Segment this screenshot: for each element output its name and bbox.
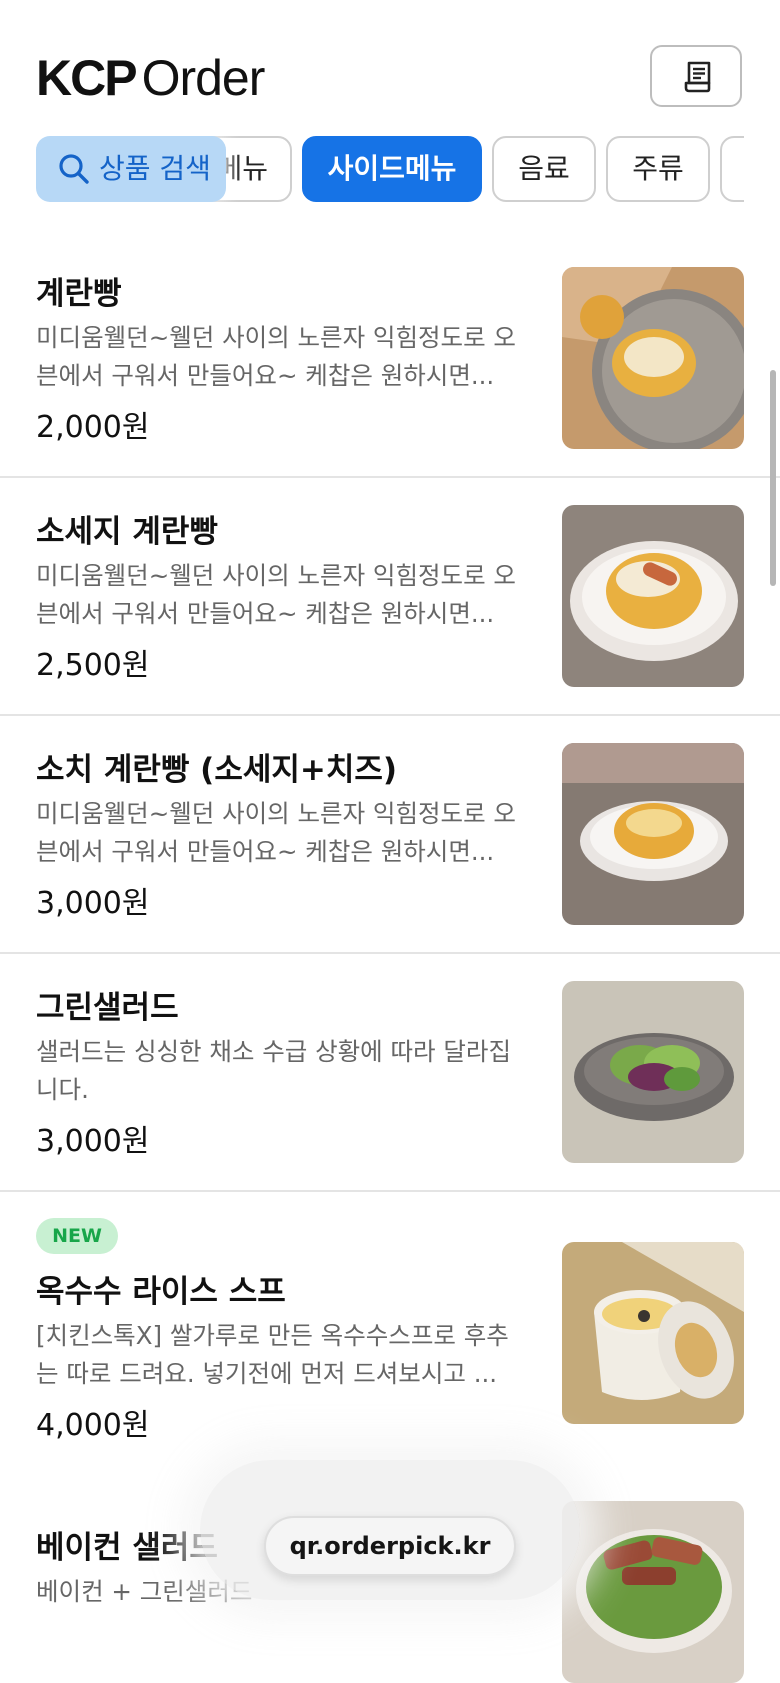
- item-photo: [562, 267, 744, 449]
- item-name: 베이컨 샐러드: [36, 1530, 218, 1566]
- order-history-button[interactable]: [650, 45, 742, 107]
- search-icon: [59, 154, 89, 184]
- menu-item-egg-bread[interactable]: 계란빵 미디움웰던~웰던 사이의 노른자 익힘정도로 오븐에서 구워서 만들어요…: [0, 240, 780, 478]
- item-name: 소치 계란빵 (소세지+치즈): [36, 752, 398, 788]
- app-header: KCP Order 메뉴 사이드메뉴 음료 주류 상품 검색: [0, 0, 780, 242]
- menu-item-corn-rice-soup[interactable]: NEW 옥수수 라이스 스프 [치킨스톡X] 쌀가루로 만든 옥수수스프로 후추…: [0, 1192, 780, 1476]
- search-label: 상품 검색: [99, 152, 211, 185]
- logo-order: Order: [141, 50, 266, 106]
- item-price: 2,000원: [36, 410, 150, 445]
- item-photo: [562, 505, 744, 687]
- item-photo: [562, 1501, 744, 1683]
- item-photo: [562, 743, 744, 925]
- item-name: 소세지 계란빵: [36, 514, 218, 550]
- item-name: 그린샐러드: [36, 990, 179, 1026]
- menu-item-sochi-egg-bread[interactable]: 소치 계란빵 (소세지+치즈) 미디움웰던~웰던 사이의 노른자 익힘정도로 오…: [0, 716, 780, 954]
- new-badge: NEW: [36, 1218, 118, 1254]
- item-description: 샐러드는 싱싱한 채소 수급 상황에 따라 달라집니다.: [36, 1037, 511, 1104]
- scrollbar[interactable]: [770, 370, 776, 586]
- item-photo: [562, 1242, 744, 1424]
- item-description: 미디움웰던~웰던 사이의 노른자 익힘정도로 오븐에서 구워서 만들어요~ 케찹…: [36, 323, 516, 390]
- item-description: 미디움웰던~웰던 사이의 노른자 익힘정도로 오븐에서 구워서 만들어요~ 케찹…: [36, 561, 516, 628]
- logo-kcp: KCP: [36, 50, 138, 106]
- tab-drinks[interactable]: 음료: [492, 136, 596, 202]
- receipt-icon: [684, 61, 711, 93]
- item-price: 2,500원: [36, 648, 150, 683]
- tab-side-menu[interactable]: 사이드메뉴: [302, 136, 482, 202]
- item-name: 계란빵: [36, 276, 122, 312]
- menu-item-sausage-egg-bread[interactable]: 소세지 계란빵 미디움웰던~웰던 사이의 노른자 익힘정도로 오븐에서 구워서 …: [0, 478, 780, 716]
- item-photo: [562, 981, 744, 1163]
- site-url-pill[interactable]: qr.orderpick.kr: [264, 1516, 516, 1576]
- product-search-button[interactable]: 상품 검색: [36, 136, 226, 202]
- item-name: 옥수수 라이스 스프: [36, 1274, 286, 1310]
- item-description: 미디움웰던~웰던 사이의 노른자 익힘정도로 오븐에서 구워서 만들어요~ 케찹…: [36, 799, 516, 866]
- app-logo: KCP Order: [36, 48, 266, 108]
- item-price: 3,000원: [36, 886, 150, 921]
- item-price: 4,000원: [36, 1408, 150, 1443]
- menu-item-green-salad[interactable]: 그린샐러드 샐러드는 싱싱한 채소 수급 상황에 따라 달라집니다. 3,000…: [0, 954, 780, 1192]
- tab-alcohol[interactable]: 주류: [606, 136, 710, 202]
- tab-more[interactable]: [720, 136, 744, 202]
- item-price: 3,000원: [36, 1124, 150, 1159]
- item-description: [치킨스톡X] 쌀가루로 만든 옥수수스프로 후추는 따로 드려요. 넣기전에 …: [36, 1321, 509, 1388]
